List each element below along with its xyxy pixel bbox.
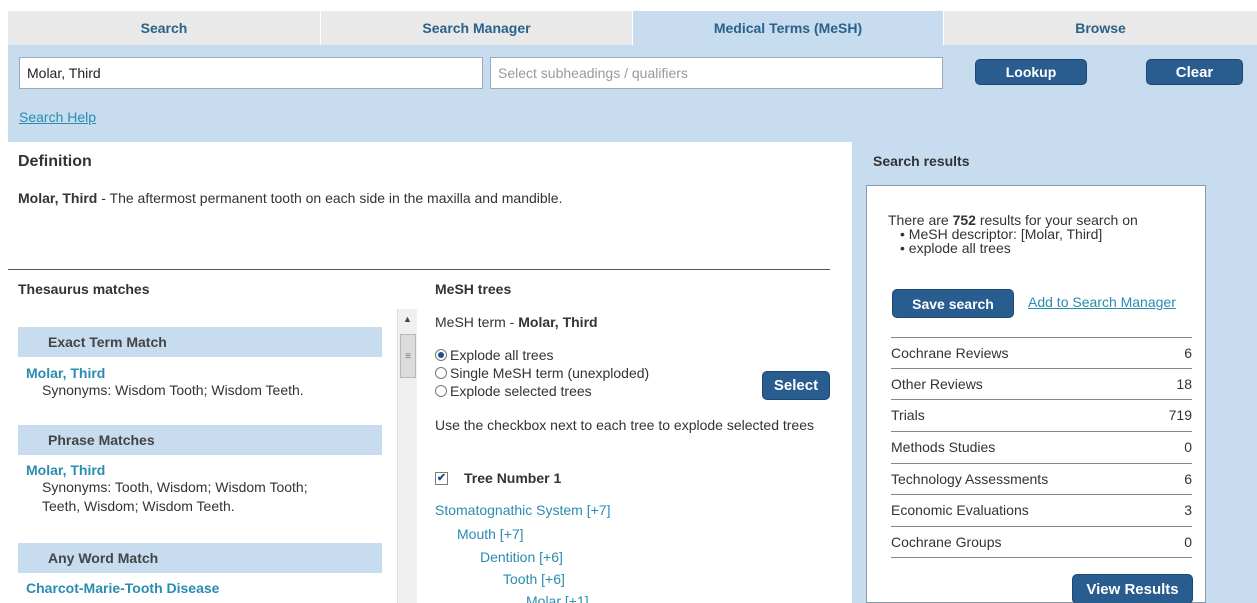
result-count: 719: [1168, 407, 1192, 423]
add-to-search-manager-link[interactable]: Add to Search Manager: [1028, 294, 1176, 310]
tree-checkbox[interactable]: ✔: [435, 471, 448, 485]
result-row-methods-studies[interactable]: Methods Studies 0: [891, 431, 1192, 462]
search-band: Lookup Clear Search Help: [8, 45, 1257, 142]
option-explode-selected-label: Explode selected trees: [450, 383, 592, 399]
result-count: 0: [1184, 439, 1192, 455]
result-count: 3: [1184, 502, 1192, 518]
result-row-cochrane-reviews[interactable]: Cochrane Reviews 6: [891, 337, 1192, 368]
result-row-trials[interactable]: Trials 719: [891, 399, 1192, 430]
definition-body: - The aftermost permanent tooth on each …: [97, 190, 563, 206]
result-count: 6: [1184, 345, 1192, 361]
phrase-match-term-link[interactable]: Molar, Third: [26, 462, 105, 478]
tab-medical-terms[interactable]: Medical Terms (MeSH): [633, 11, 944, 45]
definition-heading: Definition: [18, 153, 92, 170]
tree-number-label: Tree Number 1: [464, 470, 562, 486]
radio-explode-selected[interactable]: [435, 385, 447, 397]
thesaurus-heading: Thesaurus matches: [18, 281, 150, 297]
summary-bullet-explode: explode all trees: [900, 241, 1138, 255]
any-word-match-term-link[interactable]: Charcot-Marie-Tooth Disease: [26, 580, 219, 596]
tab-browse[interactable]: Browse: [944, 11, 1257, 45]
exact-match-synonyms: Synonyms: Wisdom Tooth; Wisdom Teeth.: [42, 382, 304, 398]
tree-node-molar[interactable]: Molar [+1]: [526, 593, 589, 603]
summary-bullet-descriptor: MeSH descriptor: [Molar, Third]: [900, 227, 1138, 241]
result-label: Other Reviews: [891, 376, 983, 392]
definition-term: Molar, Third: [18, 190, 98, 206]
exact-match-term-link[interactable]: Molar, Third: [26, 365, 105, 381]
scroll-up-arrow-icon[interactable]: ▲: [398, 309, 417, 329]
thesaurus-scrollbar[interactable]: ▲ ≡: [397, 309, 417, 603]
explode-options: Explode all trees Single MeSH term (unex…: [435, 346, 649, 400]
main-tabs: Search Search Manager Medical Terms (MeS…: [8, 11, 1257, 45]
mesh-term-input[interactable]: [19, 57, 483, 89]
result-count: 6: [1184, 471, 1192, 487]
mesh-term-name: Molar, Third: [518, 314, 598, 330]
search-help-link[interactable]: Search Help: [19, 109, 96, 125]
phrase-match-synonyms-cont: Teeth, Wisdom; Wisdom Teeth.: [42, 498, 235, 514]
clear-button[interactable]: Clear: [1146, 59, 1243, 85]
search-results-box: There are 752 results for your search on…: [866, 185, 1206, 603]
result-label: Economic Evaluations: [891, 502, 1029, 518]
save-search-button[interactable]: Save search: [892, 289, 1014, 318]
result-row-cochrane-groups[interactable]: Cochrane Groups 0: [891, 526, 1192, 557]
tree-number-row: ✔ Tree Number 1: [435, 470, 561, 486]
result-label: Trials: [891, 407, 925, 423]
option-single-term-label: Single MeSH term (unexploded): [450, 365, 650, 381]
option-explode-selected[interactable]: Explode selected trees: [435, 382, 649, 400]
tree-node-stomatognathic[interactable]: Stomatognathic System [+7]: [435, 502, 610, 518]
radio-single-term[interactable]: [435, 367, 447, 379]
tree-instructions: Use the checkbox next to each tree to ex…: [435, 417, 815, 433]
result-label: Cochrane Groups: [891, 534, 1002, 550]
results-bottom-divider: [891, 557, 1192, 558]
option-explode-all[interactable]: Explode all trees: [435, 346, 649, 364]
tab-search-manager[interactable]: Search Manager: [321, 11, 633, 45]
mesh-term-label: MeSH term - Molar, Third: [435, 314, 598, 330]
exact-term-match-header: Exact Term Match: [18, 327, 382, 357]
lookup-button[interactable]: Lookup: [975, 59, 1087, 85]
search-results-panel: Search results There are 752 results for…: [852, 142, 1257, 603]
phrase-match-synonyms: Synonyms: Tooth, Wisdom; Wisdom Tooth;: [42, 479, 308, 495]
result-row-other-reviews[interactable]: Other Reviews 18: [891, 368, 1192, 399]
any-word-match-header: Any Word Match: [18, 543, 382, 573]
phrase-matches-header: Phrase Matches: [18, 425, 382, 455]
tree-node-dentition[interactable]: Dentition [+6]: [480, 549, 563, 565]
option-single-term[interactable]: Single MeSH term (unexploded): [435, 364, 649, 382]
select-button[interactable]: Select: [762, 371, 830, 400]
view-results-button[interactable]: View Results: [1072, 574, 1193, 603]
result-label: Technology Assessments: [891, 471, 1049, 487]
definition-text: Molar, Third - The aftermost permanent t…: [18, 190, 562, 206]
mesh-term-prefix: MeSH term -: [435, 314, 519, 330]
tab-search[interactable]: Search: [8, 11, 321, 45]
mesh-trees-heading: MeSH trees: [435, 281, 512, 297]
result-row-technology-assessments[interactable]: Technology Assessments 6: [891, 463, 1192, 494]
tree-node-mouth[interactable]: Mouth [+7]: [457, 526, 524, 542]
qualifiers-input[interactable]: [490, 57, 943, 89]
scroll-thumb[interactable]: ≡: [400, 334, 416, 378]
tree-node-tooth[interactable]: Tooth [+6]: [503, 571, 565, 587]
result-label: Cochrane Reviews: [891, 345, 1009, 361]
result-row-economic-evaluations[interactable]: Economic Evaluations 3: [891, 494, 1192, 525]
option-explode-all-label: Explode all trees: [450, 347, 554, 363]
radio-explode-all[interactable]: [435, 349, 447, 361]
result-label: Methods Studies: [891, 439, 996, 455]
result-count: 18: [1176, 376, 1192, 392]
section-divider: [8, 269, 830, 270]
search-results-heading: Search results: [873, 153, 970, 169]
result-count: 0: [1184, 534, 1192, 550]
results-summary: There are 752 results for your search on…: [888, 213, 1138, 255]
